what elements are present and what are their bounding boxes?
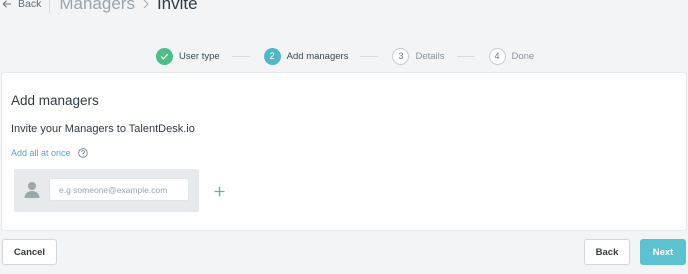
top-navigation: Back Managers Invite — [0, 0, 688, 14]
step-done: 4 Done — [488, 47, 535, 65]
add-managers-card: Add managers Invite your Managers to Tal… — [2, 73, 686, 230]
step-number: 2 — [263, 47, 281, 65]
next-button[interactable]: Next — [640, 239, 686, 265]
card-subtitle: Invite your Managers to TalentDesk.io — [11, 123, 195, 135]
progress-stepper: User type 2 Add managers 3 Details 4 Don… — [156, 47, 534, 65]
step-number: 3 — [392, 47, 410, 65]
invite-manager-row — [14, 169, 199, 212]
check-icon — [160, 53, 169, 60]
email-input[interactable] — [49, 178, 189, 201]
step-label: Add managers — [286, 50, 349, 62]
step-label: Details — [415, 50, 445, 62]
step-label: User type — [179, 50, 220, 62]
step-label: Done — [511, 50, 535, 62]
step-connector — [231, 55, 250, 57]
user-silhouette-icon — [24, 182, 40, 198]
step-connector — [360, 55, 379, 57]
step-check-circle — [156, 47, 173, 65]
card-title: Add managers — [11, 93, 99, 108]
add-all-label: Add all at once — [11, 148, 71, 158]
add-all-at-once-link[interactable]: Add all at once — [11, 148, 88, 158]
step-user-type: User type — [156, 47, 220, 65]
step-connector — [456, 55, 475, 57]
cancel-button[interactable]: Cancel — [2, 239, 57, 265]
back-link-label: Back — [18, 0, 42, 10]
chevron-right-icon — [143, 0, 149, 9]
back-link[interactable]: Back — [2, 0, 41, 10]
back-button[interactable]: Back — [584, 239, 630, 265]
step-details: 3 Details — [392, 47, 445, 65]
step-number: 4 — [488, 47, 506, 65]
step-add-managers: 2 Add managers — [263, 47, 349, 65]
plus-icon[interactable] — [214, 186, 225, 197]
question-circle-icon[interactable] — [77, 148, 88, 158]
arrow-left-icon — [2, 0, 11, 8]
header-divider — [49, 0, 51, 13]
breadcrumb-managers[interactable]: Managers — [59, 0, 135, 14]
page-title: Invite — [156, 0, 198, 13]
